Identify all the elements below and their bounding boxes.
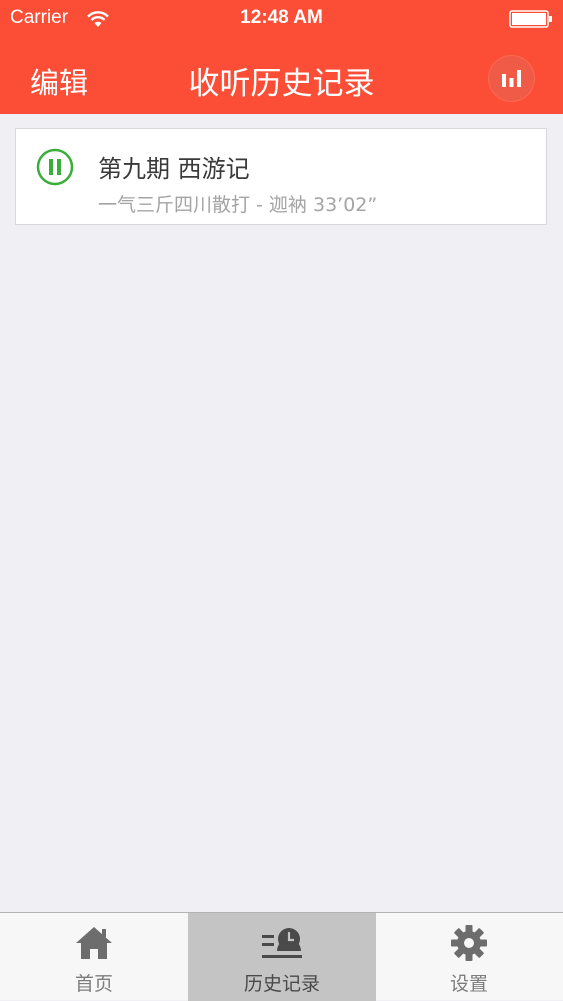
- tab-home[interactable]: 首页: [0, 913, 188, 1001]
- tab-bar: 首页 历史记录 设置: [0, 912, 563, 1001]
- tab-home-label: 首页: [74, 973, 113, 995]
- episode-title: 第九期 西游记: [98, 155, 250, 183]
- status-time: 12:48 AM: [240, 7, 323, 28]
- status-bar: Carrier 12:48 AM: [0, 0, 563, 38]
- gear-icon: [451, 925, 487, 961]
- tab-history-label: 历史记录: [243, 973, 320, 995]
- battery-icon: [509, 10, 552, 28]
- page-title: 收听历史记录: [188, 66, 375, 102]
- history-icon: [262, 928, 302, 958]
- tab-settings[interactable]: 设置: [375, 913, 563, 1001]
- tab-settings-label: 设置: [449, 973, 488, 995]
- tab-history[interactable]: 历史记录: [188, 913, 376, 1001]
- now-playing-button[interactable]: [489, 56, 534, 101]
- home-icon: [76, 927, 112, 959]
- pause-icon[interactable]: [36, 148, 74, 186]
- bar-chart-icon: [502, 70, 521, 87]
- episode-meta: 一气三斤四川散打 - 迦衲 33’02”: [98, 194, 378, 216]
- app-header: Carrier 12:48 AM 编辑 收听历史记录: [0, 0, 563, 114]
- nav-bar: 编辑 收听历史记录: [0, 38, 563, 114]
- history-item[interactable]: 第九期 西游记 一气三斤四川散打 - 迦衲 33’02”: [15, 128, 547, 225]
